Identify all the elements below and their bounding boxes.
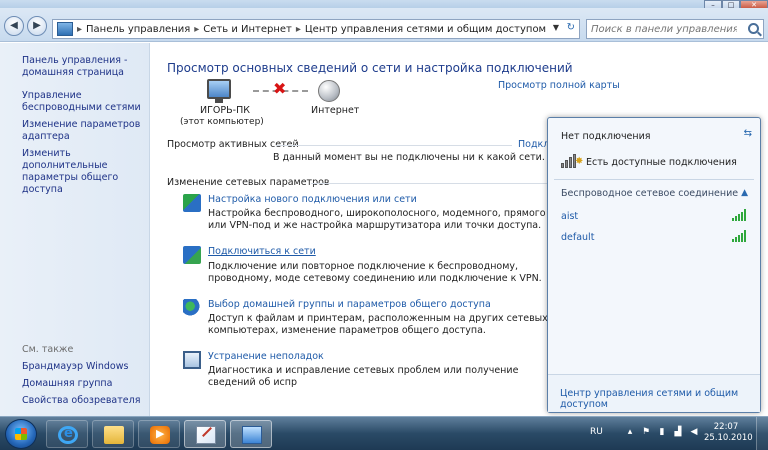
address-field[interactable]: ▸ Панель управления ▸ Сеть и Интернет ▸ … <box>52 19 580 39</box>
sidebar: Панель управления - домашняя страница Уп… <box>0 43 150 416</box>
chevron-down-icon[interactable]: ▼ <box>553 23 559 32</box>
taskbar-ie[interactable] <box>46 420 88 448</box>
homegroup-icon <box>183 299 201 317</box>
globe-icon <box>318 80 340 102</box>
task-new-connection-desc: Настройка беспроводного, широкополосного… <box>208 208 546 231</box>
collapse-icon[interactable]: ▲ <box>741 188 748 198</box>
taskbar-paint[interactable] <box>184 420 226 448</box>
flyout-footer: Центр управления сетями и общим доступом <box>548 374 760 412</box>
chevron-right-icon: ▸ <box>77 23 83 35</box>
divider <box>311 183 547 184</box>
task-troubleshoot-desc: Диагностика и исправление сетевых пробле… <box>208 365 519 388</box>
wireless-header: Беспроводное сетевое соединение <box>561 188 739 199</box>
sidebar-link-wireless[interactable]: Управление беспроводными сетями <box>22 90 144 114</box>
taskbar-explorer[interactable] <box>92 420 134 448</box>
language-indicator[interactable]: RU <box>590 427 603 437</box>
sidebar-link-home[interactable]: Панель управления - домашняя страница <box>22 55 144 79</box>
wifi-signal-icon <box>732 209 746 221</box>
full-map-link[interactable]: Просмотр полной карты <box>498 80 620 91</box>
start-button[interactable] <box>5 419 37 449</box>
refresh-icon[interactable]: ↻ <box>567 22 575 33</box>
computer-name: ИГОРЬ-ПК <box>200 105 250 116</box>
control-panel-icon <box>242 426 262 444</box>
page-title: Просмотр основных сведений о сети и наст… <box>167 61 573 75</box>
folder-icon <box>104 426 124 444</box>
sidebar-link-adapter[interactable]: Изменение параметров адаптера <box>22 119 144 143</box>
breadcrumb-network-internet[interactable]: Сеть и Интернет <box>203 24 292 35</box>
see-also-title: См. также <box>22 344 74 355</box>
internet-label: Интернет <box>311 105 360 116</box>
media-player-icon <box>150 426 170 444</box>
control-panel-icon <box>57 22 73 36</box>
task-homegroup-desc: Доступ к файлам и принтерам, расположенн… <box>208 313 548 336</box>
arrow-right-icon: ▶ <box>33 20 41 31</box>
task-troubleshoot-link[interactable]: Устранение неполадок <box>208 351 324 362</box>
volume-icon[interactable]: ◀ <box>689 426 699 438</box>
wifi-network-default[interactable]: default <box>561 232 594 243</box>
paint-icon <box>196 426 216 444</box>
back-button[interactable]: ◀ <box>4 16 24 36</box>
system-tray: ▴ ⚑ ▮ ▟ ◀ <box>625 426 699 438</box>
computer-icon <box>207 79 231 103</box>
search-box[interactable] <box>586 19 764 39</box>
forward-button[interactable]: ▶ <box>27 16 47 36</box>
taskbar-control-panel[interactable] <box>230 420 272 448</box>
wifi-signal-icon <box>732 230 746 242</box>
clock-time: 22:07 <box>713 422 739 432</box>
chevron-right-icon: ▸ <box>295 23 301 35</box>
search-icon[interactable] <box>748 23 759 34</box>
available-connections-text: Есть доступные подключения <box>586 157 737 168</box>
troubleshoot-icon <box>183 351 201 369</box>
battery-icon[interactable]: ▮ <box>657 426 667 438</box>
show-hidden-icons-icon[interactable]: ▴ <box>625 426 635 438</box>
no-connection-text: В данный момент вы не подключены ни к ка… <box>273 152 545 163</box>
connect-network-icon <box>183 246 201 264</box>
change-settings-title: Изменение сетевых параметров <box>167 177 330 188</box>
computer-subtitle: (этот компьютер) <box>180 117 264 127</box>
see-also-firewall[interactable]: Брандмауэр Windows <box>22 361 144 373</box>
sidebar-link-sharing[interactable]: Изменить дополнительные параметры общего… <box>22 148 144 196</box>
taskbar-media-player[interactable] <box>138 420 180 448</box>
see-also-internet-options[interactable]: Свойства обозревателя <box>22 395 144 407</box>
refresh-icon[interactable]: ⇆ <box>744 128 752 139</box>
taskbar: RU ▴ ⚑ ▮ ▟ ◀ 22:07 25.10.2010 <box>0 416 768 450</box>
wifi-network-aist[interactable]: aist <box>561 211 578 222</box>
divider <box>554 179 754 180</box>
task-new-connection-link[interactable]: Настройка нового подключения или сети <box>208 194 417 205</box>
search-input[interactable] <box>587 20 737 38</box>
star-icon: ✸ <box>575 156 584 167</box>
flyout-title: Нет подключения <box>561 131 651 142</box>
task-connect-link[interactable]: Подключиться к сети <box>208 246 316 257</box>
arrow-left-icon: ◀ <box>10 20 18 31</box>
chevron-right-icon: ▸ <box>194 23 200 35</box>
network-icon[interactable]: ▟ <box>673 426 683 438</box>
clock[interactable]: 22:07 25.10.2010 <box>704 422 753 444</box>
breadcrumb-control-panel[interactable]: Панель управления <box>86 24 190 35</box>
connect-link[interactable]: Подкл <box>518 139 549 150</box>
window-titlebar <box>0 0 768 8</box>
task-homegroup-link[interactable]: Выбор домашней группы и параметров общег… <box>208 299 491 310</box>
internet-explorer-icon <box>58 426 78 444</box>
see-also-homegroup[interactable]: Домашняя группа <box>22 378 144 390</box>
clock-date: 25.10.2010 <box>704 433 753 443</box>
divider <box>276 145 512 146</box>
network-center-link[interactable]: Центр управления сетями и общим доступом <box>560 388 760 410</box>
task-connect-desc: Подключение или повторное подключение к … <box>208 261 542 284</box>
network-flyout: Нет подключения ⇆ ✸ Есть доступные подкл… <box>547 117 761 413</box>
flag-icon[interactable]: ⚑ <box>641 426 651 438</box>
address-bar: ◀ ▶ ▸ Панель управления ▸ Сеть и Интерне… <box>0 8 768 42</box>
breadcrumb-network-center[interactable]: Центр управления сетями и общим доступом <box>305 24 546 35</box>
new-connection-icon <box>183 194 201 212</box>
red-x-icon[interactable]: ✖ <box>273 79 286 98</box>
show-desktop-button[interactable] <box>756 417 768 450</box>
